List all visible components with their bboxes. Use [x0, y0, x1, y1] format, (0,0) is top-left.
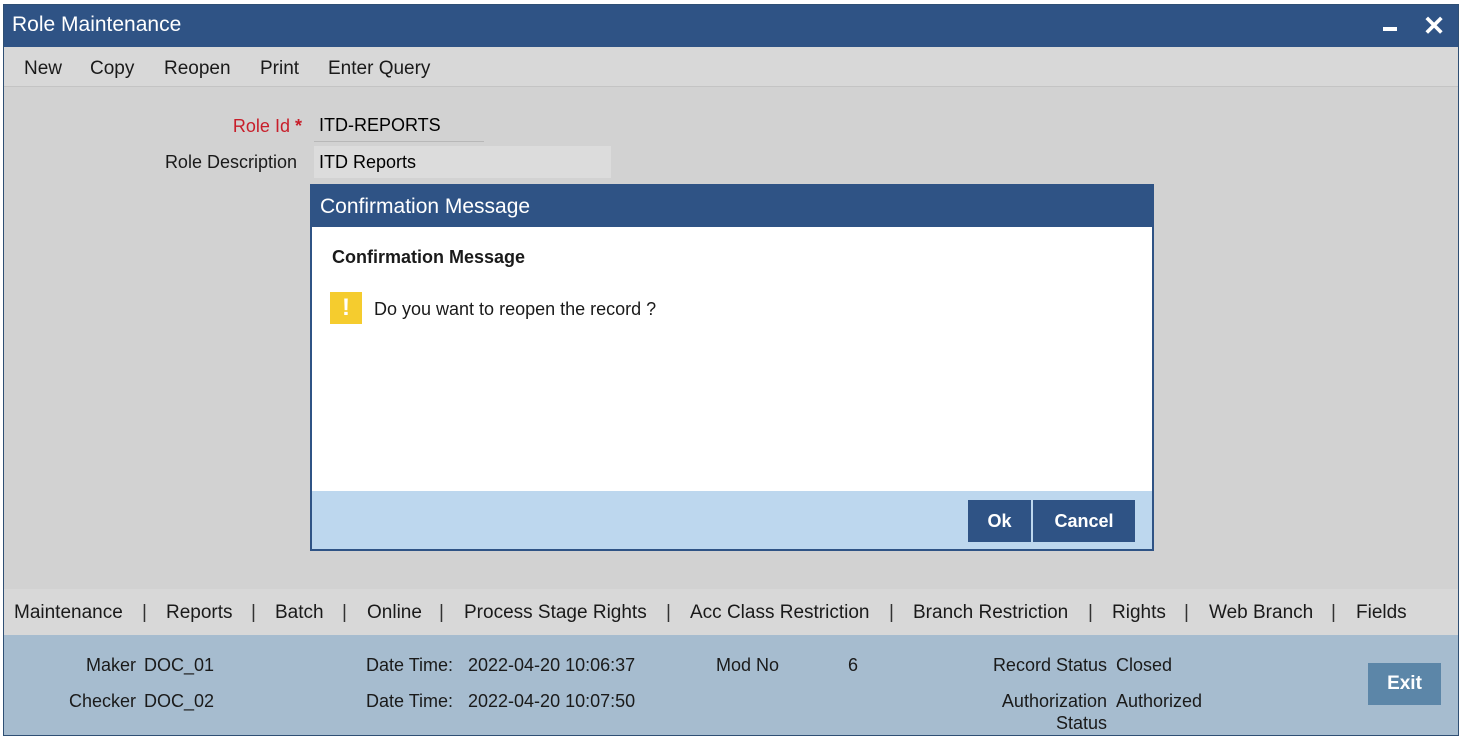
- print-button[interactable]: Print: [260, 58, 299, 80]
- dialog-message: Do you want to reopen the record ?: [374, 299, 657, 319]
- tab-separator: |: [142, 602, 147, 623]
- tab-web-branch[interactable]: Web Branch: [1209, 602, 1313, 624]
- audit-panel: Maker DOC_01 Checker DOC_02 Date Time: 2…: [4, 635, 1458, 735]
- tab-separator: |: [439, 602, 444, 623]
- mod-no-label: Mod No: [716, 655, 780, 675]
- exit-button[interactable]: Exit: [1368, 663, 1441, 705]
- checker-date-time-label: Date Time:: [366, 691, 454, 711]
- record-status-label: Record Status: [992, 655, 1107, 675]
- tab-separator: |: [1331, 602, 1336, 623]
- maker-value: DOC_01: [144, 655, 215, 675]
- role-id-input[interactable]: [314, 110, 484, 142]
- new-button[interactable]: New: [24, 58, 62, 80]
- title-bar: Role Maintenance ✕: [4, 5, 1458, 47]
- tab-rights[interactable]: Rights: [1112, 602, 1166, 624]
- toolbar: New Copy Reopen Print Enter Query: [4, 47, 1458, 87]
- tab-separator: |: [889, 602, 894, 623]
- required-asterisk: *: [294, 116, 302, 136]
- tab-process-stage-rights[interactable]: Process Stage Rights: [464, 602, 647, 624]
- reopen-button[interactable]: Reopen: [164, 58, 231, 80]
- warning-icon: !: [330, 292, 362, 324]
- ok-button[interactable]: Ok: [968, 500, 1031, 542]
- minimize-icon[interactable]: [1370, 5, 1410, 47]
- checker-label: Checker: [68, 691, 136, 711]
- dialog-header: Confirmation Message: [312, 186, 1152, 227]
- tab-online[interactable]: Online: [367, 602, 422, 624]
- tab-branch-restriction[interactable]: Branch Restriction: [913, 602, 1068, 624]
- checker-date-time-value: 2022-04-20 10:07:50: [468, 691, 636, 711]
- dialog-footer: Ok Cancel: [312, 491, 1152, 549]
- close-icon[interactable]: ✕: [1414, 5, 1454, 47]
- tab-separator: |: [251, 602, 256, 623]
- record-status-value: Closed: [1116, 655, 1173, 675]
- enter-query-button[interactable]: Enter Query: [328, 58, 430, 80]
- tab-separator: |: [342, 602, 347, 623]
- role-id-label: Role Id: [232, 116, 290, 136]
- confirmation-dialog: Confirmation Message Confirmation Messag…: [310, 184, 1154, 551]
- copy-button[interactable]: Copy: [90, 58, 134, 80]
- tab-fields[interactable]: Fields: [1356, 602, 1407, 624]
- tab-separator: |: [666, 602, 671, 623]
- maker-date-time-label: Date Time:: [366, 655, 454, 675]
- dialog-heading: Confirmation Message: [332, 247, 526, 267]
- authorization-status-label-line1: Authorization: [1001, 691, 1107, 711]
- tab-separator: |: [1184, 602, 1189, 623]
- mod-no-value: 6: [848, 655, 859, 675]
- role-id-label-group: Role Id *: [154, 116, 302, 137]
- cancel-button[interactable]: Cancel: [1033, 500, 1135, 542]
- role-description-label: Role Description: [164, 152, 297, 172]
- window-title: Role Maintenance: [12, 13, 182, 36]
- authorization-status-value: Authorized: [1116, 691, 1203, 711]
- authorization-status-label-line2: Status: [1055, 713, 1107, 733]
- function-tabs: Maintenance | Reports | Batch | Online |…: [4, 589, 1458, 635]
- tab-batch[interactable]: Batch: [275, 602, 324, 624]
- role-description-input[interactable]: [314, 146, 611, 178]
- tab-reports[interactable]: Reports: [166, 602, 233, 624]
- role-maintenance-window: Role Maintenance ✕ New Copy Reopen Print…: [3, 4, 1459, 736]
- tab-maintenance[interactable]: Maintenance: [14, 602, 123, 624]
- dialog-title: Confirmation Message: [320, 195, 531, 218]
- maker-date-time-value: 2022-04-20 10:06:37: [468, 655, 636, 675]
- tab-separator: |: [1088, 602, 1093, 623]
- checker-value: DOC_02: [144, 691, 215, 711]
- tab-acc-class-restriction[interactable]: Acc Class Restriction: [690, 602, 870, 624]
- maker-label: Maker: [85, 655, 136, 675]
